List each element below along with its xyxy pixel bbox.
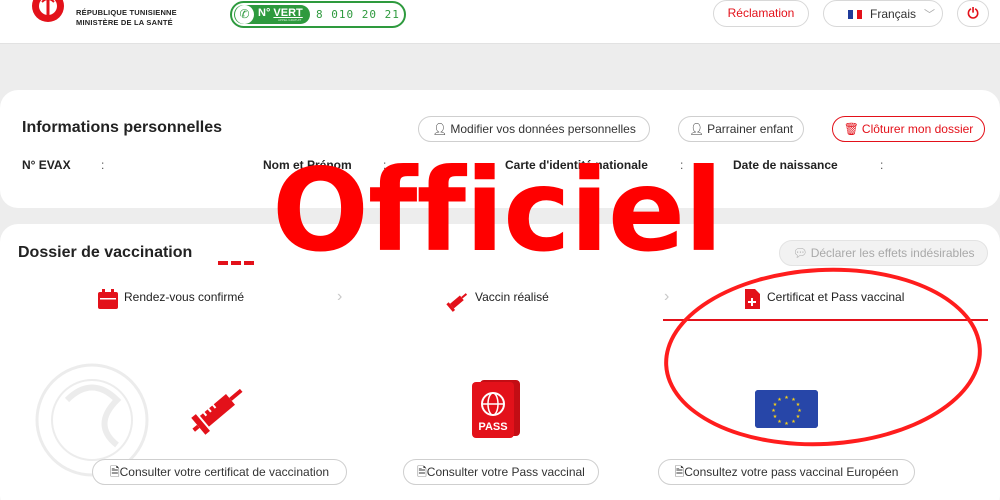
modify-data-label: Modifier vos données personnelles xyxy=(450,122,636,136)
consult-pass-button[interactable]: 🗎︎Consulter votre Pass vaccinal xyxy=(403,459,599,485)
document-icon: 🗎︎ xyxy=(674,465,685,479)
declare-effects-label: Déclarer les effets indésirables xyxy=(810,246,975,260)
ministry-line-2: MINISTÈRE DE LA SANTÉ xyxy=(76,18,173,27)
chevron-right-icon: › xyxy=(337,288,343,305)
passport-icon: PASS xyxy=(472,380,520,438)
sponsor-child-label: Parrainer enfant xyxy=(707,122,794,136)
user-icon: 👤︎ xyxy=(688,122,705,136)
syringe-large-icon xyxy=(191,388,243,435)
ministry-line-1: RÉPUBLIQUE TUNISIENNE xyxy=(76,8,177,17)
close-file-button[interactable]: 🗑︎ Clôturer mon dossier xyxy=(832,116,985,142)
step-vaccine-done[interactable]: Vaccin réalisé xyxy=(475,290,549,304)
personal-info-title: Informations personnelles xyxy=(22,119,223,136)
hotline-pill: ✆ N° VERT APPEL GRATUIT xyxy=(234,5,310,24)
declare-effects-button[interactable]: 💬︎ Déclarer les effets indésirables xyxy=(779,240,988,266)
hotline-subtitle: APPEL GRATUIT xyxy=(278,18,302,22)
logout-button[interactable]: ⏻ xyxy=(957,0,989,27)
pass-badge-text: PASS xyxy=(478,421,507,433)
field-birth-separator: : xyxy=(880,158,884,172)
sponsor-child-button[interactable]: 👤︎ Parrainer enfant xyxy=(678,116,804,142)
officiel-watermark: Officiel xyxy=(272,144,723,277)
french-flag-icon xyxy=(848,10,863,19)
language-label: Français xyxy=(870,7,917,21)
phone-icon: ✆ xyxy=(235,5,254,24)
field-evax-label: N° EVAX xyxy=(22,158,71,172)
field-evax-separator: : xyxy=(101,158,105,172)
hotline-label-n: N° xyxy=(258,7,271,19)
vaccination-title: Dossier de vaccination xyxy=(18,244,193,261)
consult-eu-pass-label: Consultez votre pass vaccinal Européen xyxy=(684,465,899,479)
ministry-name: RÉPUBLIQUE TUNISIENNE MINISTÈRE DE LA SA… xyxy=(76,8,177,28)
chat-bubble-icon: 💬︎ xyxy=(792,246,808,260)
consult-certificate-label: Consulter votre certificat de vaccinatio… xyxy=(119,465,330,479)
language-selector[interactable]: Français ﹀ xyxy=(823,0,943,27)
field-birth-label: Date de naissance xyxy=(733,158,838,172)
chevron-down-icon: ﹀ xyxy=(924,9,935,21)
trash-icon: 🗑︎ xyxy=(843,122,859,136)
consult-eu-pass-button[interactable]: 🗎︎Consultez votre pass vaccinal Européen xyxy=(658,459,915,485)
hotline-number: 8 010 20 21 xyxy=(316,8,400,21)
step-appointment[interactable]: Rendez-vous confirmé xyxy=(124,290,244,304)
consult-certificate-button[interactable]: 🗎︎Consulter votre certificat de vaccinat… xyxy=(92,459,347,485)
consult-pass-label: Consulter votre Pass vaccinal xyxy=(426,465,585,479)
syringe-icon xyxy=(446,293,468,312)
document-icon: 🗎︎ xyxy=(417,465,427,479)
title-dashes-decoration xyxy=(218,252,257,270)
calendar-icon xyxy=(98,289,118,309)
ministry-logo xyxy=(32,0,64,22)
close-file-label: Clôturer mon dossier xyxy=(861,122,974,136)
power-icon: ⏻ xyxy=(967,5,979,21)
hotline-badge[interactable]: ✆ N° VERT APPEL GRATUIT 8 010 20 21 xyxy=(230,1,406,28)
modify-data-button[interactable]: 👤︎ Modifier vos données personnelles xyxy=(418,116,650,142)
reclamation-button[interactable]: Réclamation xyxy=(713,0,809,27)
top-header: RÉPUBLIQUE TUNISIENNE MINISTÈRE DE LA SA… xyxy=(0,0,1000,44)
chevron-right-icon: › xyxy=(664,288,670,305)
document-icon: 🗎︎ xyxy=(109,465,120,479)
user-icon: 👤︎ xyxy=(432,122,448,136)
